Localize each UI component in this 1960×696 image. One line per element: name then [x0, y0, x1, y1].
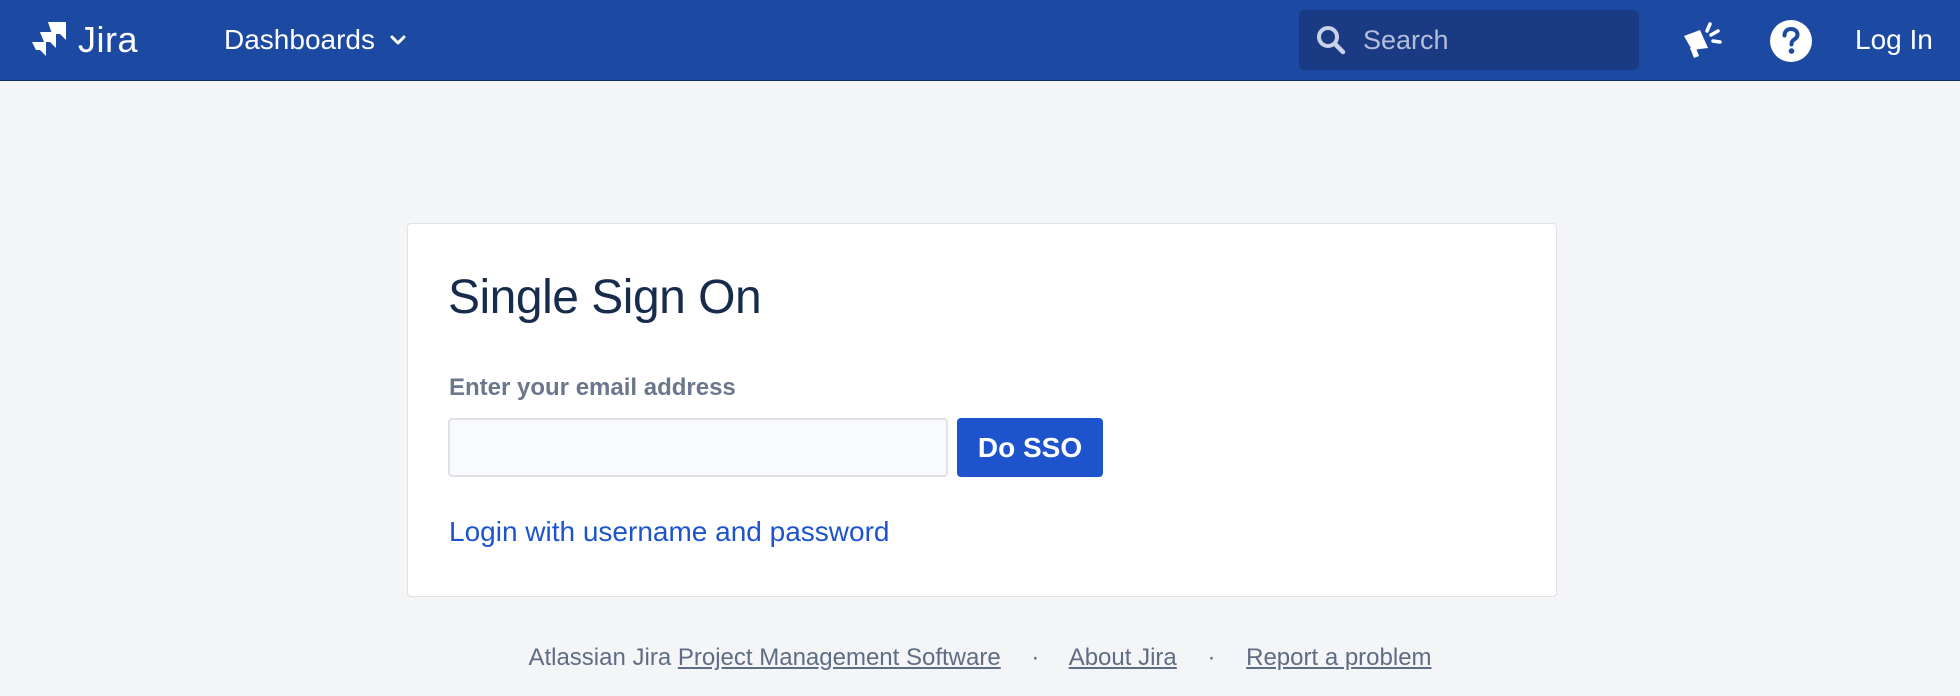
footer-separator: ·: [1207, 644, 1216, 671]
chevron-down-icon: [390, 35, 406, 45]
footer: Atlassian Jira Project Management Softwa…: [0, 638, 1960, 678]
top-navigation-bar: Jira Dashboards Log In: [0, 0, 1960, 81]
jira-logo[interactable]: Jira: [30, 18, 138, 62]
jira-logo-icon: [32, 22, 66, 56]
sso-card: Single Sign On Enter your email address …: [407, 223, 1557, 597]
search-input[interactable]: [1361, 18, 1623, 62]
email-label: Enter your email address: [449, 374, 736, 401]
megaphone-icon: [1684, 22, 1722, 58]
help-icon: [1770, 20, 1812, 62]
dashboards-label: Dashboards: [224, 24, 375, 55]
email-field[interactable]: [448, 418, 948, 477]
help-button[interactable]: [1769, 19, 1813, 63]
report-problem-link[interactable]: Report a problem: [1246, 644, 1431, 671]
announcements-button[interactable]: [1680, 18, 1726, 64]
footer-separator: ·: [1031, 644, 1040, 671]
login-with-password-link[interactable]: Login with username and password: [449, 516, 889, 548]
pm-software-link[interactable]: Project Management Software: [678, 644, 1001, 671]
page-title: Single Sign On: [448, 271, 762, 324]
about-jira-link[interactable]: About Jira: [1069, 644, 1177, 671]
app-name: Jira: [78, 19, 139, 60]
do-sso-button[interactable]: Do SSO: [957, 418, 1103, 477]
footer-prefix: Atlassian Jira: [528, 644, 672, 671]
login-link[interactable]: Log In: [1855, 20, 1933, 60]
search-box[interactable]: [1299, 10, 1639, 70]
dashboards-menu[interactable]: Dashboards: [224, 20, 407, 60]
search-icon: [1317, 26, 1346, 55]
